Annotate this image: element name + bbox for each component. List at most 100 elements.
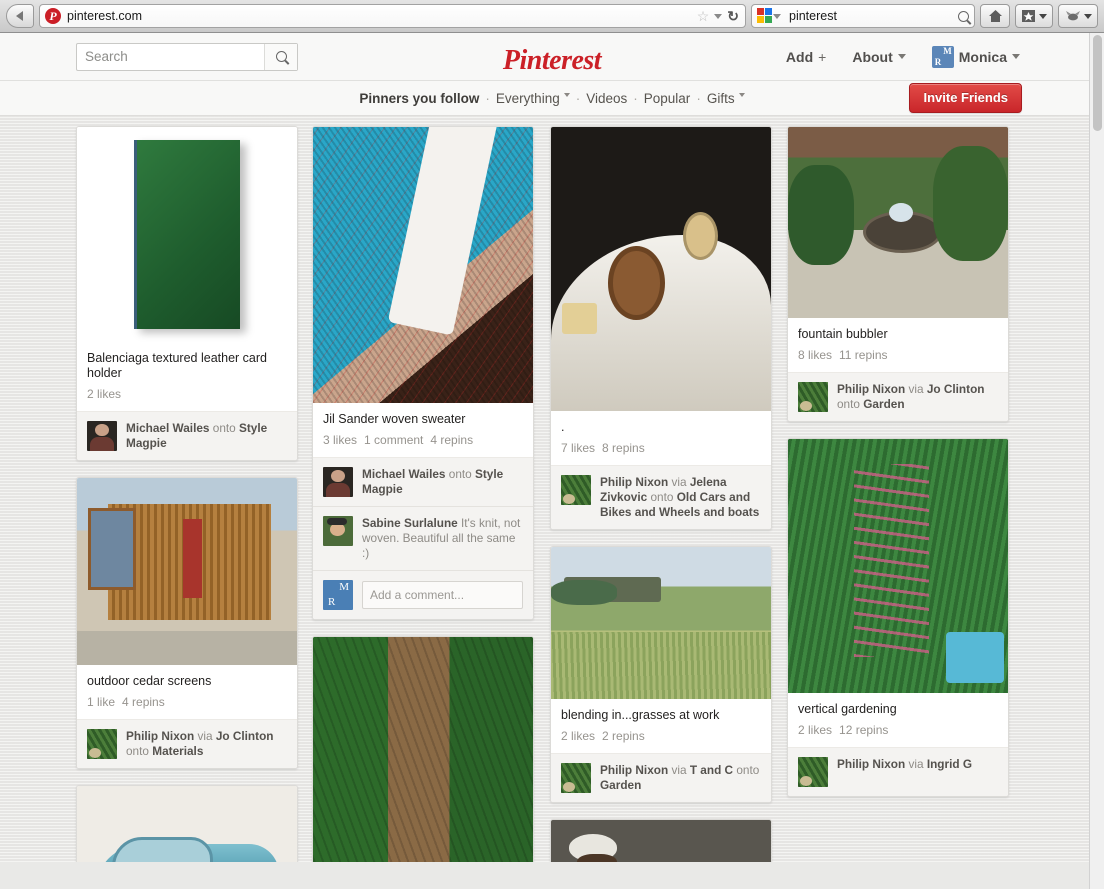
category-nav: Pinners you follow · Everything · Videos · Pop… — [0, 81, 1104, 116]
pin-user-link[interactable]: Philip Nixon — [600, 763, 668, 777]
search-engine-chevron-icon[interactable] — [773, 13, 781, 19]
category-nav-item-everything[interactable]: Everything — [496, 91, 570, 106]
chevron-down-icon — [1039, 13, 1047, 19]
pin-board-link[interactable]: Garden — [600, 778, 641, 792]
green-fern-garden-path-image[interactable] — [313, 637, 533, 862]
pin-board-link[interactable]: Materials — [152, 744, 203, 758]
header-nav: Add + About Monica — [786, 45, 1020, 68]
pin-title[interactable]: blending in...grasses at work — [561, 708, 761, 723]
add-comment-input[interactable] — [362, 581, 523, 609]
pin-board-link[interactable]: Ingrid G — [927, 757, 972, 771]
search-submit-button[interactable] — [264, 43, 297, 70]
pin-user-link[interactable]: Philip Nixon — [600, 475, 668, 489]
browser-search-box[interactable]: pinterest — [751, 4, 975, 28]
pin-user-link[interactable]: Michael Wailes — [126, 421, 209, 435]
search-field[interactable] — [76, 42, 298, 71]
category-nav-item-popular[interactable]: Popular — [644, 91, 691, 106]
pin-attribution-text: Philip Nixon via Jo Clinton onto Materia… — [126, 729, 274, 758]
pin-title[interactable]: vertical gardening — [798, 702, 998, 717]
pin-card[interactable]: vertical gardening 2 likes 12 repins Phili… — [787, 438, 1009, 797]
man-in-white-cap-portrait-image[interactable] — [551, 820, 771, 862]
category-nav-item-pinners-you-follow[interactable]: Pinners you follow — [359, 91, 479, 106]
vintage-blue-aston-martin-car-image[interactable] — [77, 786, 297, 862]
search-icon[interactable] — [958, 10, 969, 22]
pin-card[interactable] — [76, 785, 298, 862]
pin-title[interactable]: . — [561, 420, 761, 435]
pin-user-link[interactable]: Philip Nixon — [837, 382, 905, 396]
extension-button[interactable] — [1058, 4, 1098, 28]
search-icon — [275, 51, 287, 62]
invite-friends-button[interactable]: Invite Friends — [909, 83, 1022, 113]
pin-board-link[interactable]: Jo Clinton — [216, 729, 274, 743]
pin-card[interactable]: fountain bubbler 8 likes 11 repins Philip … — [787, 126, 1009, 422]
scrollbar-thumb[interactable] — [1093, 35, 1102, 131]
pin-column-1: Balenciaga textured leather card holder 2… — [76, 126, 298, 862]
separator-dot: · — [696, 90, 701, 106]
pin-user-link[interactable]: Philip Nixon — [837, 757, 905, 771]
pin-attribution: Philip Nixon via Jelena Zivkovic onto Ol… — [551, 465, 771, 529]
pin-board-link[interactable]: T and C — [690, 763, 733, 777]
separator-dot: · — [633, 90, 638, 106]
vertical-scrollbar[interactable] — [1089, 33, 1104, 889]
about-menu[interactable]: About — [852, 49, 906, 65]
pin-card[interactable]: Balenciaga textured leather card holder 2… — [76, 126, 298, 461]
garden-fountain-bubbler-stone-basin-image[interactable] — [788, 127, 1008, 318]
sabine-surlalune-avatar[interactable] — [323, 516, 353, 546]
star-icon[interactable]: ☆ — [697, 8, 710, 25]
philip-nixon-avatar[interactable] — [87, 729, 117, 759]
pin-card[interactable]: Jil Sander woven sweater 3 likes 1 comment… — [312, 126, 534, 620]
outdoor-cedar-screens-house-image[interactable] — [77, 478, 297, 665]
pin-user-link[interactable]: Sabine Surlalune — [362, 516, 458, 530]
category-nav-item-gifts[interactable]: Gifts — [707, 91, 745, 106]
category-nav-label: Everything — [495, 90, 560, 106]
pin-attribution-text: Michael Wailes onto Style Magpie — [362, 467, 504, 496]
pin-info: Balenciaga textured leather card holder 2… — [77, 342, 297, 411]
philip-nixon-avatar[interactable] — [798, 382, 828, 412]
pin-user-link[interactable]: Michael Wailes — [362, 467, 445, 481]
pin-stat: 8 repins — [602, 441, 645, 455]
white-vintage-racing-car-cockpit-image[interactable] — [551, 127, 771, 411]
michael-wailes-avatar[interactable] — [87, 421, 117, 451]
pinterest-logo-text: Pinterest — [502, 45, 602, 76]
green-textured-leather-card-holder-image[interactable] — [77, 127, 297, 342]
pin-title[interactable]: outdoor cedar screens — [87, 674, 287, 689]
jil-sander-blue-knit-sweater-image[interactable] — [313, 127, 533, 403]
pin-card[interactable]: . 7 likes 8 repins Philip Nixon via Jelena… — [550, 126, 772, 530]
pin-info: outdoor cedar screens 1 like 4 repins — [77, 665, 297, 719]
pin-title[interactable]: fountain bubbler — [798, 327, 998, 342]
vertical-garden-green-wall-pool-image[interactable] — [788, 439, 1008, 693]
michael-wailes-avatar[interactable] — [323, 467, 353, 497]
pin-info: . 7 likes 8 repins — [551, 411, 771, 465]
user-menu[interactable]: Monica — [931, 45, 1020, 68]
url-bar[interactable]: P pinterest.com ☆ ↻ — [39, 4, 746, 28]
bookmarks-button[interactable] — [1015, 4, 1053, 28]
grass-meadow-landscape-pavilion-image[interactable] — [551, 547, 771, 699]
pinterest-header: Pinterest Add + About Monica — [0, 33, 1104, 81]
browser-search-input[interactable]: pinterest — [789, 9, 958, 23]
reload-icon[interactable]: ↻ — [727, 8, 739, 25]
category-nav-item-videos[interactable]: Videos — [586, 91, 627, 106]
pin-card[interactable]: blending in...grasses at work 2 likes 2 re… — [550, 546, 772, 803]
pin-attribution-text: Philip Nixon via Jo Clinton onto Garden — [837, 382, 985, 411]
search-input[interactable] — [77, 43, 264, 70]
chevron-down-icon[interactable] — [714, 13, 723, 19]
pin-title[interactable]: Balenciaga textured leather card holder — [87, 351, 287, 381]
philip-nixon-avatar[interactable] — [561, 475, 591, 505]
pin-stat: 7 likes — [561, 441, 596, 455]
pin-card[interactable] — [312, 636, 534, 862]
pin-board-link[interactable]: Jo Clinton — [927, 382, 985, 396]
pin-board-link[interactable]: Garden — [863, 397, 904, 411]
pin-column-2: Jil Sander woven sweater 3 likes 1 comment… — [312, 126, 534, 862]
chevron-down-icon — [738, 93, 745, 97]
pinterest-favicon: P — [45, 8, 61, 24]
pin-attribution: Sabine Surlalune It's knit, not woven. B… — [313, 506, 533, 570]
pin-card[interactable] — [550, 819, 772, 862]
pin-card[interactable]: outdoor cedar screens 1 like 4 repins Phil… — [76, 477, 298, 769]
back-button[interactable] — [6, 4, 34, 28]
pin-title[interactable]: Jil Sander woven sweater — [323, 412, 523, 427]
philip-nixon-avatar[interactable] — [798, 757, 828, 787]
philip-nixon-avatar[interactable] — [561, 763, 591, 793]
add-menu[interactable]: Add + — [786, 49, 826, 65]
pin-user-link[interactable]: Philip Nixon — [126, 729, 194, 743]
home-button[interactable] — [980, 4, 1010, 28]
